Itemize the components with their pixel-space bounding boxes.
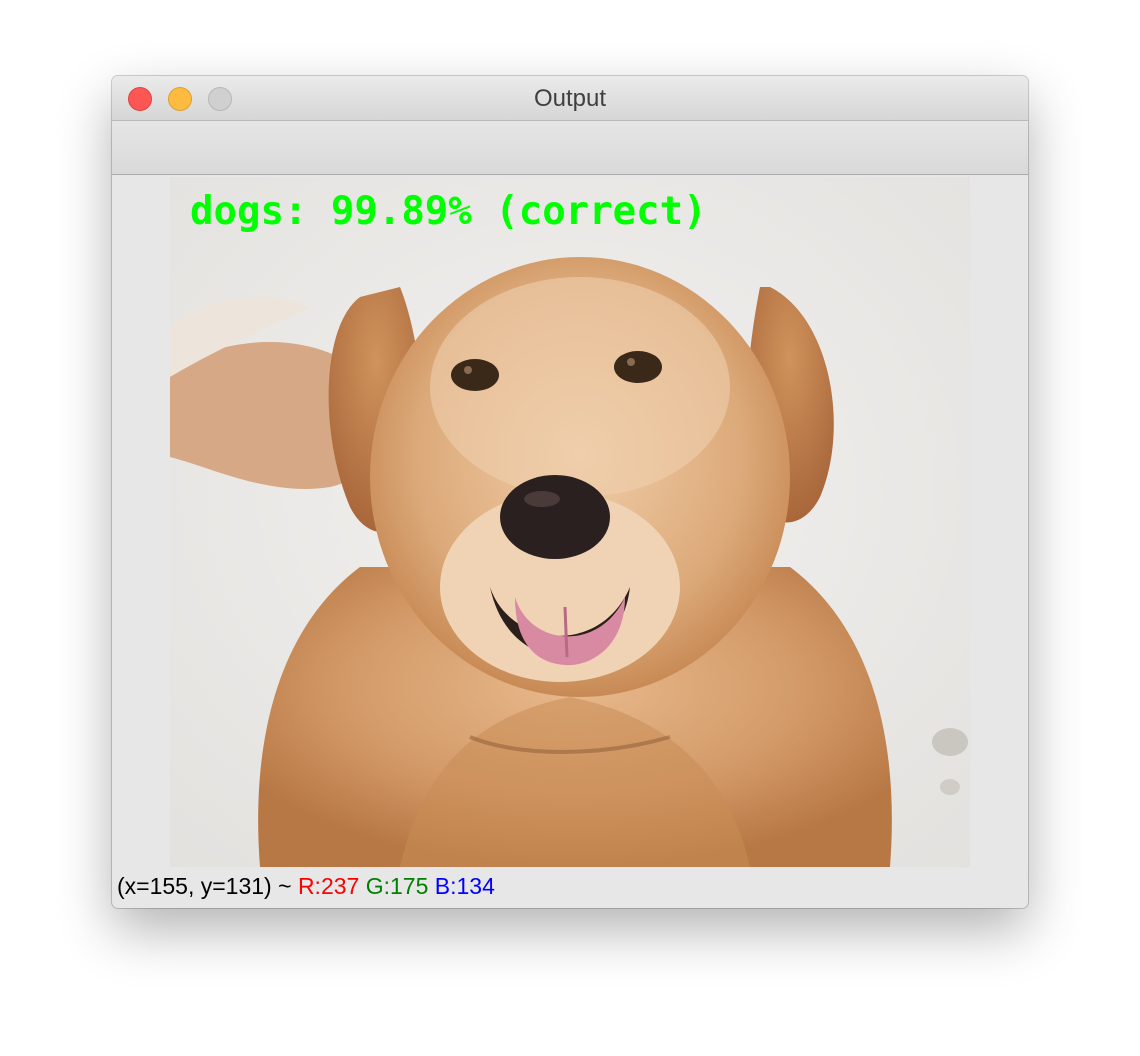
image-canvas[interactable]: dogs: 99.89% (correct): [170, 177, 970, 867]
cursor-coordinates: (x=155, y=131) ~: [117, 873, 292, 899]
window-title: Output: [533, 85, 607, 112]
toolbar: [112, 121, 1028, 175]
title-bar[interactable]: Output: [112, 76, 1028, 121]
output-window: Output dogs: 99.89% (correct) (x=155, y=…: [112, 76, 1028, 908]
dog-photo: [170, 177, 970, 867]
green-value: G:175: [365, 873, 429, 899]
status-bar: (x=155, y=131) ~ R:237 G:175 B:134: [112, 870, 1028, 906]
prediction-label: dogs: 99.89% (correct): [190, 189, 707, 234]
blue-value: B:134: [434, 873, 495, 899]
red-value: R:237: [297, 873, 360, 899]
